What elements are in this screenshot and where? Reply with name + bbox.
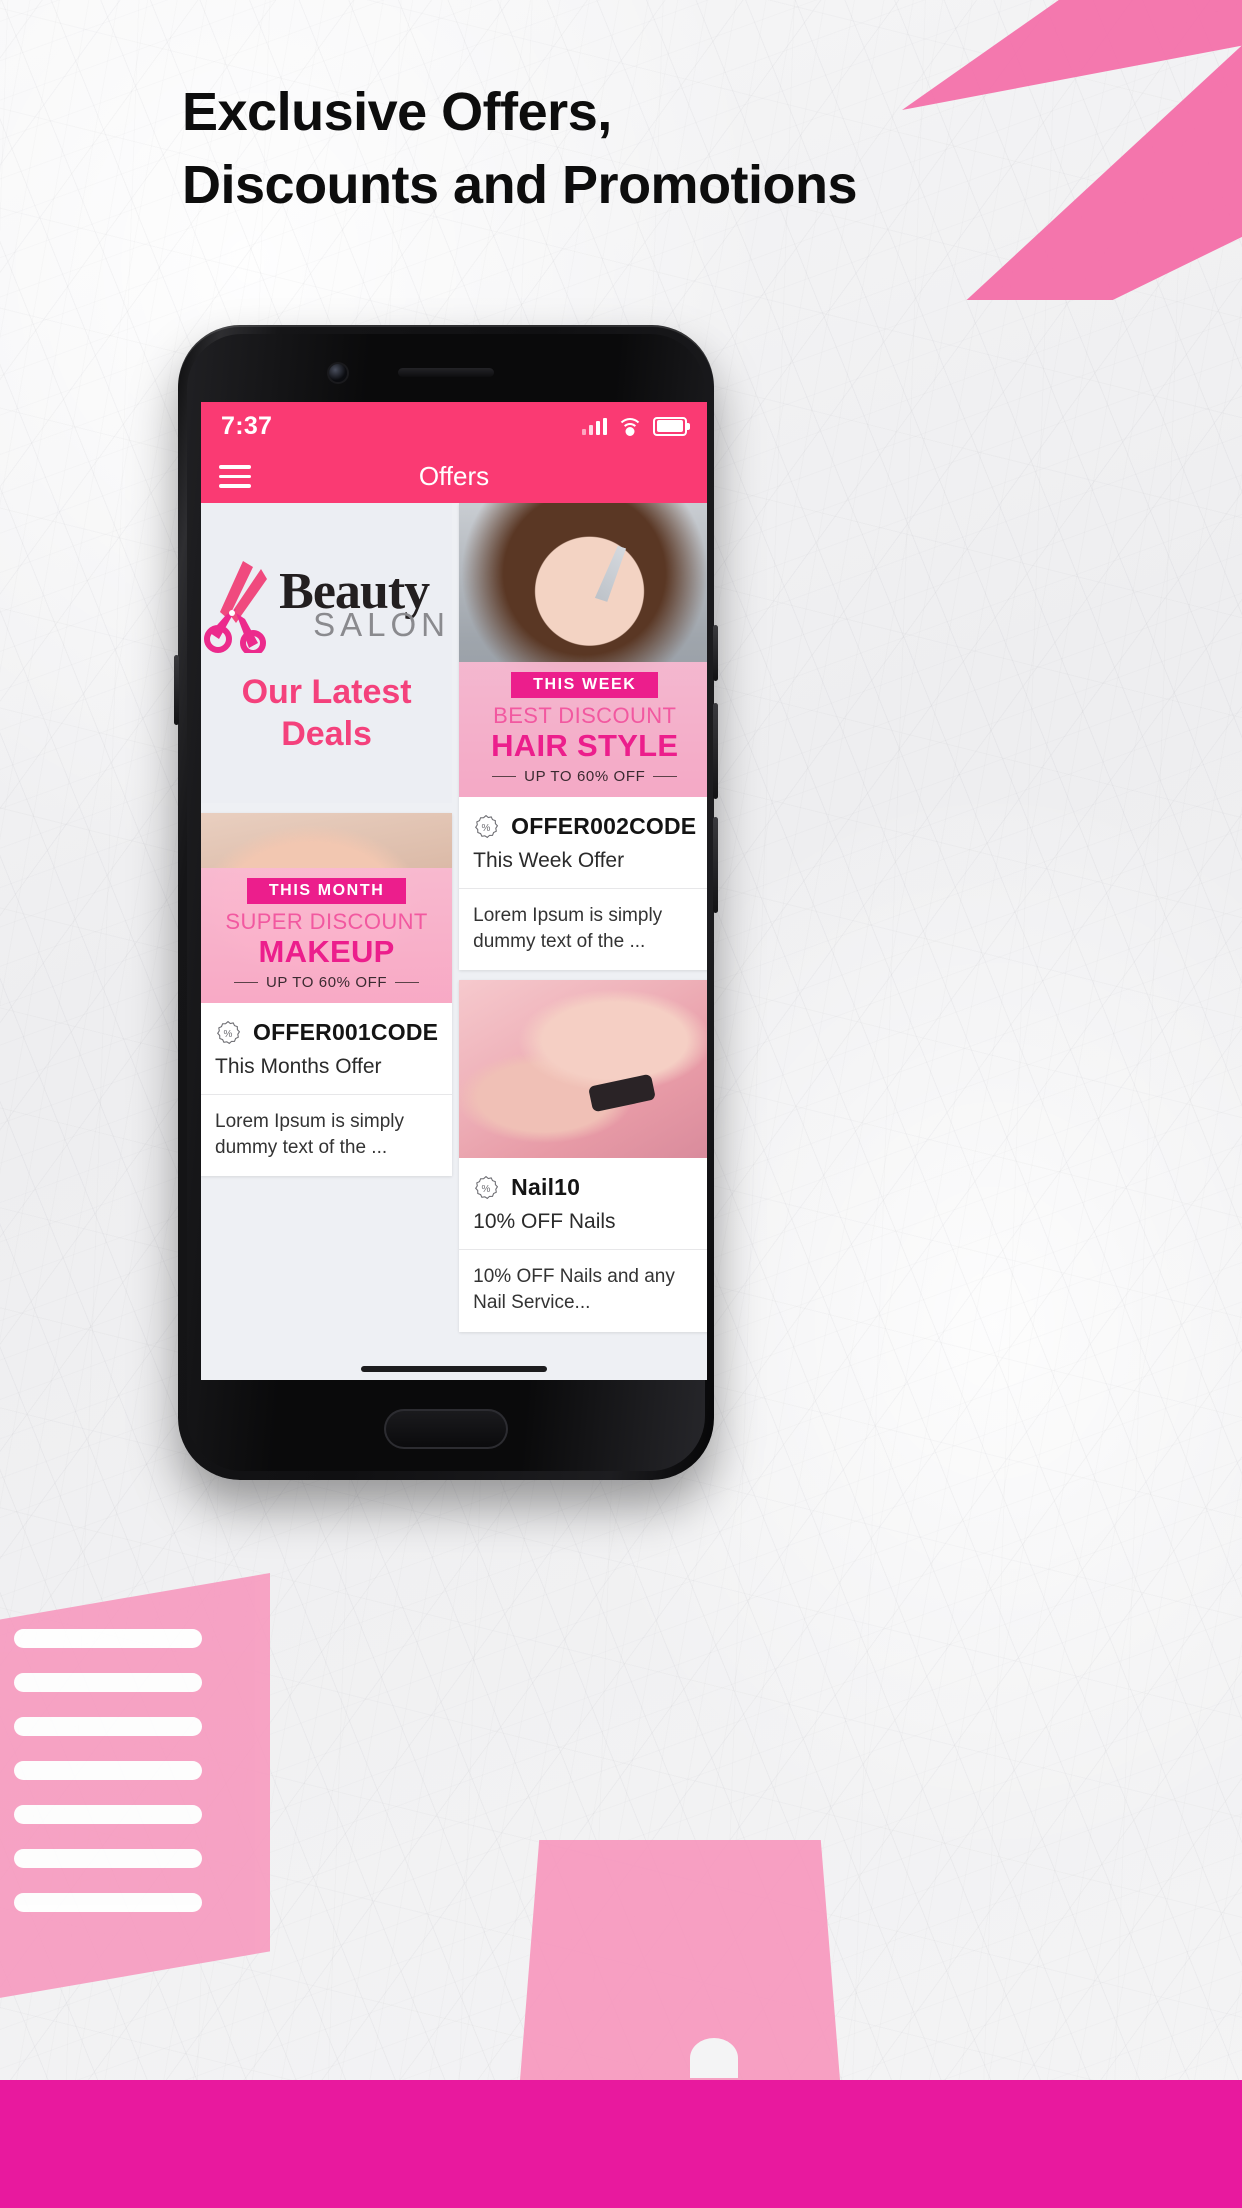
- phone-bezel: 7:37 Offers Beauty SALON Our Latest Deal…: [187, 334, 707, 1471]
- wifi-icon: [617, 418, 643, 436]
- offer-card-nails[interactable]: % Nail10 10% OFF Nails 10% OFF Nails and…: [459, 980, 707, 1332]
- app-bar: Offers: [201, 450, 707, 503]
- percent-badge-icon: %: [215, 1020, 241, 1046]
- nails-photo: [459, 980, 707, 1159]
- poster-bottom-bar: [0, 2080, 1242, 2208]
- battery-icon: [653, 416, 690, 436]
- hamburger-menu-icon[interactable]: [219, 465, 251, 488]
- promo-banner: THIS MONTH SUPER DISCOUNT MAKEUP UP TO 6…: [201, 868, 453, 1003]
- promo-banner: THIS WEEK BEST DISCOUNT HAIR STYLE UP TO…: [459, 662, 707, 797]
- home-button[interactable]: [384, 1409, 508, 1449]
- phone-side-button-mid: [713, 703, 718, 799]
- promo-title: HAIR STYLE: [491, 728, 679, 764]
- brand-logo: Beauty SALON: [203, 557, 450, 653]
- offer-code: OFFER001CODE: [253, 1019, 439, 1045]
- offer-card-image: [459, 980, 707, 1159]
- offer-subtitle: This Week Offer: [473, 849, 625, 872]
- offer-card-image: THIS WEEK BEST DISCOUNT HAIR STYLE UP TO…: [459, 503, 707, 797]
- promo-subtitle: SUPER DISCOUNT: [225, 909, 428, 935]
- offer-card-header: % OFFER001CODE: [201, 1003, 452, 1046]
- phone-side-button-top: [713, 625, 718, 681]
- offer-code: Nail10: [511, 1174, 581, 1201]
- headline-line-1: Exclusive Offers,: [182, 82, 612, 142]
- promo-tag: THIS MONTH: [246, 878, 407, 905]
- phone-mockup: 7:37 Offers Beauty SALON Our Latest Deal…: [174, 325, 718, 1480]
- scissors-icon: [204, 560, 268, 653]
- svg-text:%: %: [224, 1029, 233, 1040]
- promo-footer-text: UP TO 60% OFF: [524, 768, 646, 785]
- phone-volume-button: [174, 655, 179, 725]
- offer-code: OFFER002CODE: [511, 813, 697, 839]
- offer-card-header: % OFFER002CODE: [459, 797, 707, 840]
- phone-screen: 7:37 Offers Beauty SALON Our Latest Deal…: [201, 402, 707, 1380]
- offer-card-hair-style[interactable]: THIS WEEK BEST DISCOUNT HAIR STYLE UP TO…: [459, 503, 707, 971]
- latest-deals-heading-line-1: Our Latest: [241, 672, 412, 711]
- promo-tag: THIS WEEK: [511, 672, 659, 699]
- offer-card-makeup[interactable]: THIS MONTH SUPER DISCOUNT MAKEUP UP TO 6…: [201, 813, 453, 1177]
- front-camera-icon: [329, 364, 347, 382]
- offers-column-left: Beauty SALON Our Latest Deals THIS MONTH…: [201, 503, 453, 1380]
- offer-subtitle: 10% OFF Nails: [473, 1210, 616, 1234]
- promo-subtitle: BEST DISCOUNT: [493, 703, 677, 729]
- promo-footer-text: UP TO 60% OFF: [266, 974, 388, 991]
- earpiece-speaker: [398, 368, 494, 377]
- signal-bars-icon: [581, 417, 607, 435]
- percent-badge-icon: %: [473, 1175, 499, 1201]
- latest-deals-tile: Beauty SALON Our Latest Deals: [201, 503, 453, 803]
- offer-description: Lorem Ipsum is simply dummy text of the …: [215, 1111, 404, 1158]
- status-bar: 7:37: [201, 402, 707, 450]
- app-bar-title: Offers: [418, 461, 490, 491]
- offer-card-header: % Nail10: [459, 1158, 707, 1201]
- home-indicator: [361, 1366, 547, 1372]
- offer-description: 10% OFF Nails and any Nail Service...: [473, 1266, 675, 1313]
- page-title: Exclusive Offers, Discounts and Promotio…: [182, 84, 1082, 213]
- offers-column-right: THIS WEEK BEST DISCOUNT HAIR STYLE UP TO…: [459, 503, 707, 1380]
- headline-line-2: Discounts and Promotions: [182, 154, 858, 215]
- latest-deals-heading: Our Latest Deals: [242, 671, 412, 756]
- phone-side-button-bottom: [713, 817, 718, 913]
- promo-title: MAKEUP: [258, 934, 395, 970]
- status-time: 7:37: [221, 411, 273, 440]
- brand-logo-text: Beauty SALON: [279, 566, 451, 644]
- brand-logo-secondary: SALON: [313, 606, 451, 644]
- svg-text:%: %: [482, 823, 491, 834]
- promo-footer: UP TO 60% OFF: [467, 768, 702, 785]
- status-icons: [581, 416, 690, 436]
- offers-grid[interactable]: Beauty SALON Our Latest Deals THIS MONTH…: [201, 503, 707, 1380]
- offer-description: Lorem Ipsum is simply dummy text of the …: [473, 905, 663, 952]
- percent-badge-icon: %: [473, 814, 499, 840]
- promo-footer: UP TO 60% OFF: [209, 974, 444, 991]
- offer-card-image: THIS MONTH SUPER DISCOUNT MAKEUP UP TO 6…: [201, 813, 453, 1003]
- latest-deals-heading-line-2: Deals: [281, 715, 372, 753]
- svg-text:%: %: [482, 1184, 491, 1195]
- offer-subtitle: This Months Offer: [215, 1055, 382, 1078]
